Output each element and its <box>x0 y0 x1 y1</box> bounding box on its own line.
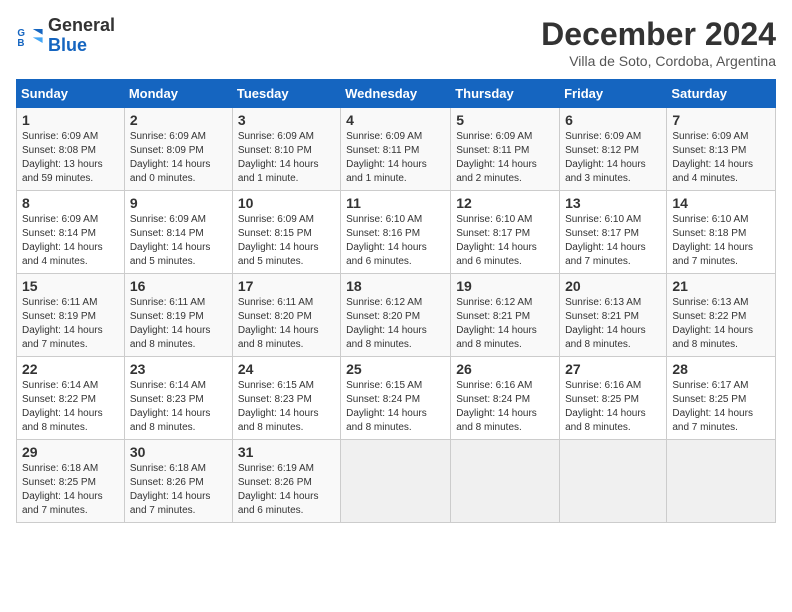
week-5: 29 Sunrise: 6:18 AMSunset: 8:25 PMDaylig… <box>17 440 776 523</box>
day-23: 23 Sunrise: 6:14 AMSunset: 8:23 PMDaylig… <box>124 357 232 440</box>
day-18: 18 Sunrise: 6:12 AMSunset: 8:20 PMDaylig… <box>341 274 451 357</box>
empty-cell-2 <box>451 440 560 523</box>
col-thursday: Thursday <box>451 80 560 108</box>
day-8: 8 Sunrise: 6:09 AMSunset: 8:14 PMDayligh… <box>17 191 125 274</box>
logo-icon: G B <box>16 22 44 50</box>
day-12: 12 Sunrise: 6:10 AMSunset: 8:17 PMDaylig… <box>451 191 560 274</box>
day-27: 27 Sunrise: 6:16 AMSunset: 8:25 PMDaylig… <box>560 357 667 440</box>
day-21: 21 Sunrise: 6:13 AMSunset: 8:22 PMDaylig… <box>667 274 776 357</box>
day-24: 24 Sunrise: 6:15 AMSunset: 8:23 PMDaylig… <box>232 357 340 440</box>
day-30: 30 Sunrise: 6:18 AMSunset: 8:26 PMDaylig… <box>124 440 232 523</box>
day-10: 10 Sunrise: 6:09 AMSunset: 8:15 PMDaylig… <box>232 191 340 274</box>
col-monday: Monday <box>124 80 232 108</box>
day-6: 6 Sunrise: 6:09 AMSunset: 8:12 PMDayligh… <box>560 108 667 191</box>
day-15: 15 Sunrise: 6:11 AMSunset: 8:19 PMDaylig… <box>17 274 125 357</box>
day-4: 4 Sunrise: 6:09 AMSunset: 8:11 PMDayligh… <box>341 108 451 191</box>
day-5: 5 Sunrise: 6:09 AMSunset: 8:11 PMDayligh… <box>451 108 560 191</box>
week-1: 1 Sunrise: 6:09 AMSunset: 8:08 PMDayligh… <box>17 108 776 191</box>
day-31: 31 Sunrise: 6:19 AMSunset: 8:26 PMDaylig… <box>232 440 340 523</box>
calendar-table: Sunday Monday Tuesday Wednesday Thursday… <box>16 79 776 523</box>
day-28: 28 Sunrise: 6:17 AMSunset: 8:25 PMDaylig… <box>667 357 776 440</box>
day-29: 29 Sunrise: 6:18 AMSunset: 8:25 PMDaylig… <box>17 440 125 523</box>
day-20: 20 Sunrise: 6:13 AMSunset: 8:21 PMDaylig… <box>560 274 667 357</box>
col-tuesday: Tuesday <box>232 80 340 108</box>
logo-text: General Blue <box>48 16 115 56</box>
week-4: 22 Sunrise: 6:14 AMSunset: 8:22 PMDaylig… <box>17 357 776 440</box>
day-14: 14 Sunrise: 6:10 AMSunset: 8:18 PMDaylig… <box>667 191 776 274</box>
week-3: 15 Sunrise: 6:11 AMSunset: 8:19 PMDaylig… <box>17 274 776 357</box>
day-3: 3 Sunrise: 6:09 AMSunset: 8:10 PMDayligh… <box>232 108 340 191</box>
empty-cell-3 <box>560 440 667 523</box>
col-friday: Friday <box>560 80 667 108</box>
month-title: December 2024 <box>541 16 776 53</box>
logo: G B General Blue <box>16 16 115 56</box>
page-header: G B General Blue December 2024 Villa de … <box>16 16 776 69</box>
day-11: 11 Sunrise: 6:10 AMSunset: 8:16 PMDaylig… <box>341 191 451 274</box>
empty-cell-4 <box>667 440 776 523</box>
svg-text:B: B <box>17 38 24 49</box>
day-13: 13 Sunrise: 6:10 AMSunset: 8:17 PMDaylig… <box>560 191 667 274</box>
week-2: 8 Sunrise: 6:09 AMSunset: 8:14 PMDayligh… <box>17 191 776 274</box>
day-17: 17 Sunrise: 6:11 AMSunset: 8:20 PMDaylig… <box>232 274 340 357</box>
col-saturday: Saturday <box>667 80 776 108</box>
col-sunday: Sunday <box>17 80 125 108</box>
col-wednesday: Wednesday <box>341 80 451 108</box>
title-area: December 2024 Villa de Soto, Cordoba, Ar… <box>541 16 776 69</box>
day-7: 7 Sunrise: 6:09 AMSunset: 8:13 PMDayligh… <box>667 108 776 191</box>
location-subtitle: Villa de Soto, Cordoba, Argentina <box>541 53 776 69</box>
day-16: 16 Sunrise: 6:11 AMSunset: 8:19 PMDaylig… <box>124 274 232 357</box>
day-9: 9 Sunrise: 6:09 AMSunset: 8:14 PMDayligh… <box>124 191 232 274</box>
day-22: 22 Sunrise: 6:14 AMSunset: 8:22 PMDaylig… <box>17 357 125 440</box>
day-1: 1 Sunrise: 6:09 AMSunset: 8:08 PMDayligh… <box>17 108 125 191</box>
day-2: 2 Sunrise: 6:09 AMSunset: 8:09 PMDayligh… <box>124 108 232 191</box>
day-25: 25 Sunrise: 6:15 AMSunset: 8:24 PMDaylig… <box>341 357 451 440</box>
day-26: 26 Sunrise: 6:16 AMSunset: 8:24 PMDaylig… <box>451 357 560 440</box>
day-19: 19 Sunrise: 6:12 AMSunset: 8:21 PMDaylig… <box>451 274 560 357</box>
empty-cell-1 <box>341 440 451 523</box>
